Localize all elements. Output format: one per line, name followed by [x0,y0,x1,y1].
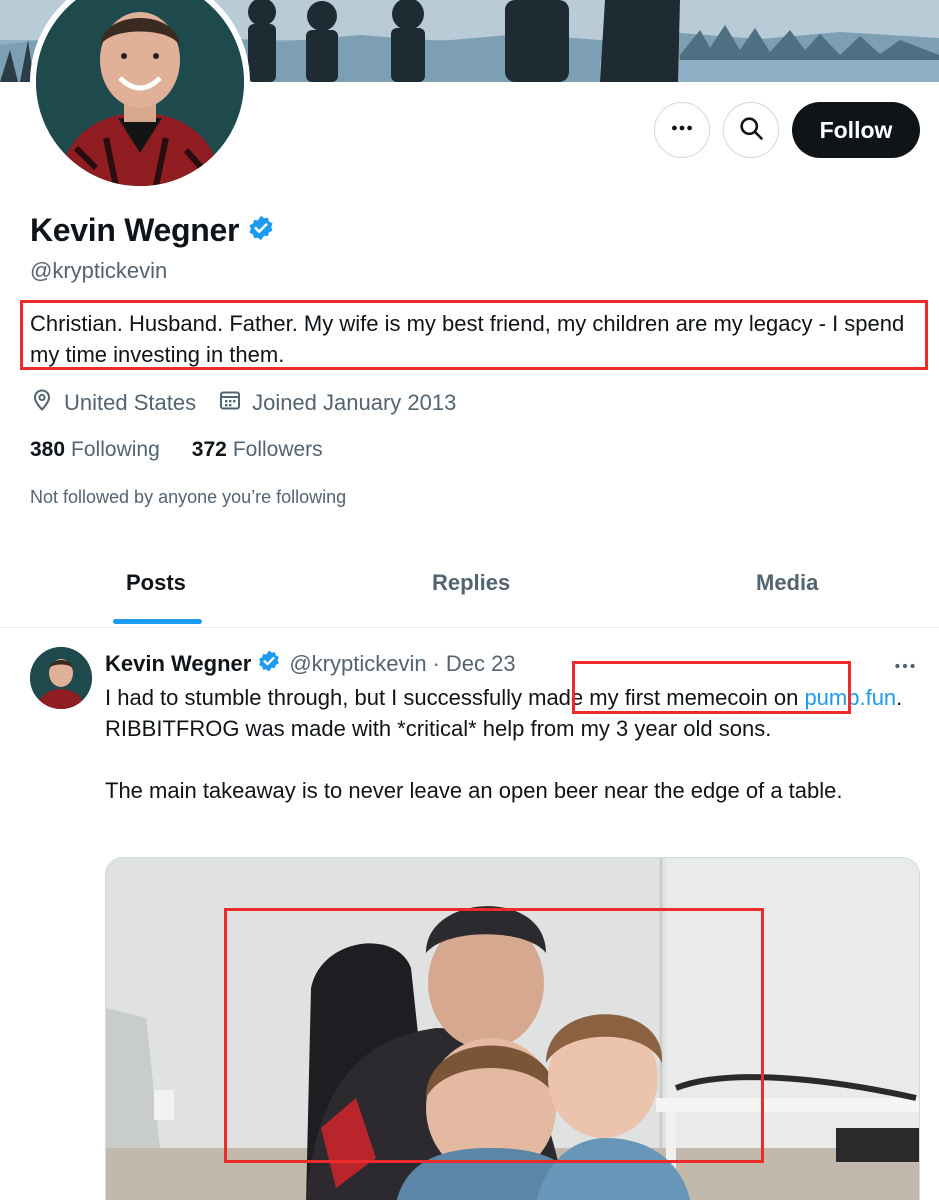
profile-meta: United States Joined January 2013 [30,388,478,418]
follow-button[interactable]: Follow [792,102,920,158]
verified-badge-icon[interactable] [247,214,275,247]
tab-posts[interactable]: Posts [126,570,186,596]
profile-location: United States [30,388,196,418]
profile-tabs: Posts Replies Media [0,548,939,628]
post-more-button[interactable] [892,653,918,684]
search-button[interactable] [723,102,779,158]
following-count: 380 [30,438,66,461]
followers-count: 372 [191,438,227,461]
tab-replies[interactable]: Replies [432,570,510,596]
profile-bio: Christian. Husband. Father. My wife is m… [30,311,905,367]
profile-name: Kevin Wegner [30,212,240,248]
follow-counts: 380 Following 372 Followers [30,438,355,462]
post-author-name[interactable]: Kevin Wegner [105,651,251,677]
tab-media[interactable]: Media [756,570,818,596]
profile-joined: Joined January 2013 [218,388,456,418]
location-pin-icon [30,388,54,418]
pump-fun-link[interactable]: pump.fun [804,685,896,710]
followers-label: Followers [232,438,323,461]
post-avatar[interactable] [30,647,92,709]
joined-text: Joined January 2013 [252,390,457,415]
followers-link[interactable]: 372 Followers [192,438,323,462]
profile-avatar[interactable] [30,0,250,192]
profile-name-row: Kevin Wegner [30,212,275,249]
profile-handle: @kryptickevin [30,258,168,283]
more-horizontal-icon [669,115,695,146]
active-tab-indicator [113,619,202,624]
post-media-image[interactable] [105,857,920,1200]
search-icon [737,114,765,147]
more-button[interactable] [654,102,710,158]
verified-badge-icon[interactable] [257,649,281,679]
following-link[interactable]: 380 Following [30,438,160,462]
more-horizontal-icon [892,663,918,683]
post-date[interactable]: Dec 23 [446,651,516,677]
following-label: Following [71,438,160,461]
calendar-icon [218,388,242,418]
post-text: I had to stumble through, but I successf… [105,682,920,837]
location-text: United States [64,390,197,415]
post-text-para2: The main takeaway is to never leave an o… [105,778,843,803]
not-followed-text: Not followed by anyone you’re following [30,487,347,507]
post-separator: · [432,651,440,676]
post-author-handle[interactable]: @kryptickevin [289,651,426,677]
post-text-part1: I had to stumble through, but I successf… [105,685,805,710]
post-header: Kevin Wegner @kryptickevin · Dec 23 [105,649,516,679]
